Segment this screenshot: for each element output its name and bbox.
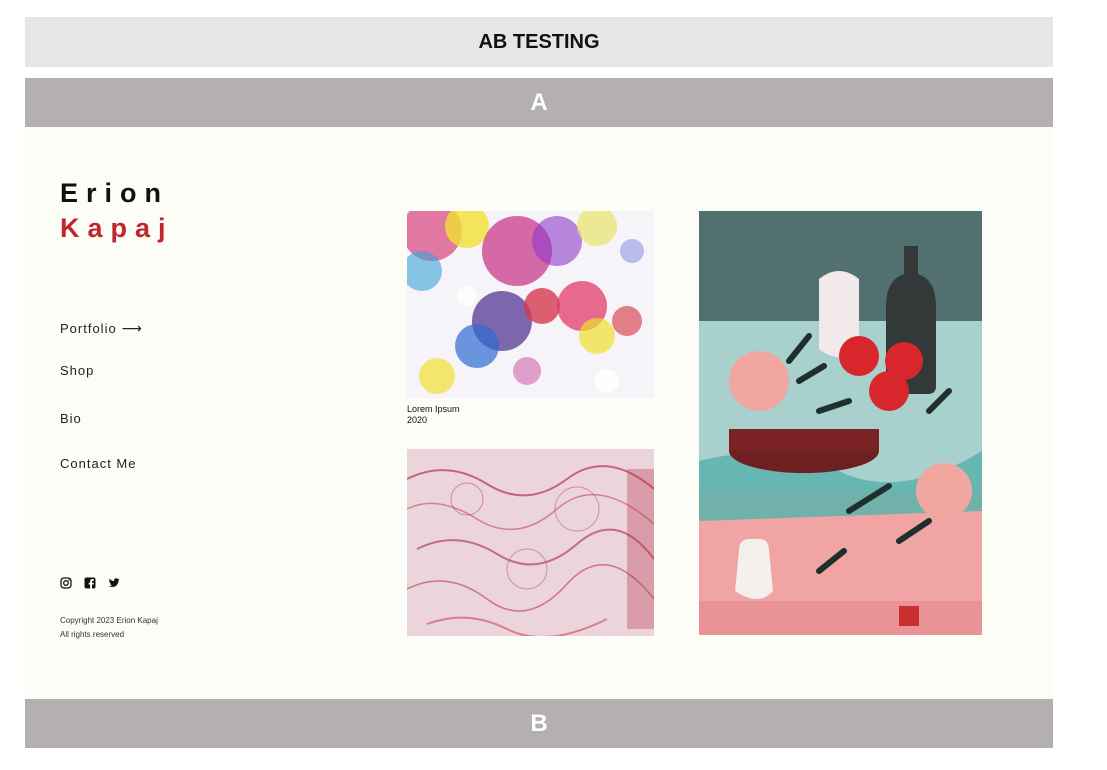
caption-title: Lorem Ipsum	[407, 404, 460, 414]
nav-shop[interactable]: Shop	[60, 363, 94, 378]
nav-portfolio-label: Portfolio	[60, 321, 117, 336]
ab-testing-title: AB TESTING	[25, 17, 1053, 67]
variant-a-preview: Erion Kapaj Portfolio ⟶ Shop Bio Contact …	[25, 127, 1053, 699]
brand-last-name: Kapaj	[60, 213, 174, 243]
nav-bio-label: Bio	[60, 411, 82, 426]
nav-portfolio[interactable]: Portfolio ⟶	[60, 320, 143, 337]
nav-bio[interactable]: Bio	[60, 411, 82, 426]
caption-year: 2020	[407, 415, 428, 425]
instagram-icon[interactable]	[60, 576, 72, 589]
twitter-icon[interactable]	[108, 576, 120, 588]
artwork-pink-texture[interactable]	[407, 449, 654, 636]
facebook-icon[interactable]	[84, 576, 96, 589]
variant-a-header: A	[25, 78, 1053, 127]
copyright-line-1: Copyright 2023 Erion Kapaj	[60, 616, 158, 625]
artwork-caption: Lorem Ipsum 2020	[407, 404, 460, 426]
nav-contact-label: Contact Me	[60, 456, 137, 471]
artwork-abstract-splash[interactable]	[407, 211, 654, 398]
variant-b-header: B	[25, 699, 1053, 748]
copyright-line-2: All rights reserved	[60, 630, 125, 639]
nav-contact[interactable]: Contact Me	[60, 456, 136, 471]
artwork-still-life[interactable]	[699, 211, 982, 635]
copyright: Copyright 2023 Erion Kapaj All rights re…	[60, 614, 158, 642]
variant-a-label: A	[530, 88, 548, 116]
variant-b-label: B	[530, 709, 548, 737]
brand-first-name: Erion	[60, 178, 170, 208]
nav-shop-label: Shop	[60, 363, 95, 378]
page-title: AB TESTING	[478, 30, 600, 53]
social-links	[60, 576, 120, 589]
arrow-right-icon: ⟶	[121, 320, 143, 336]
